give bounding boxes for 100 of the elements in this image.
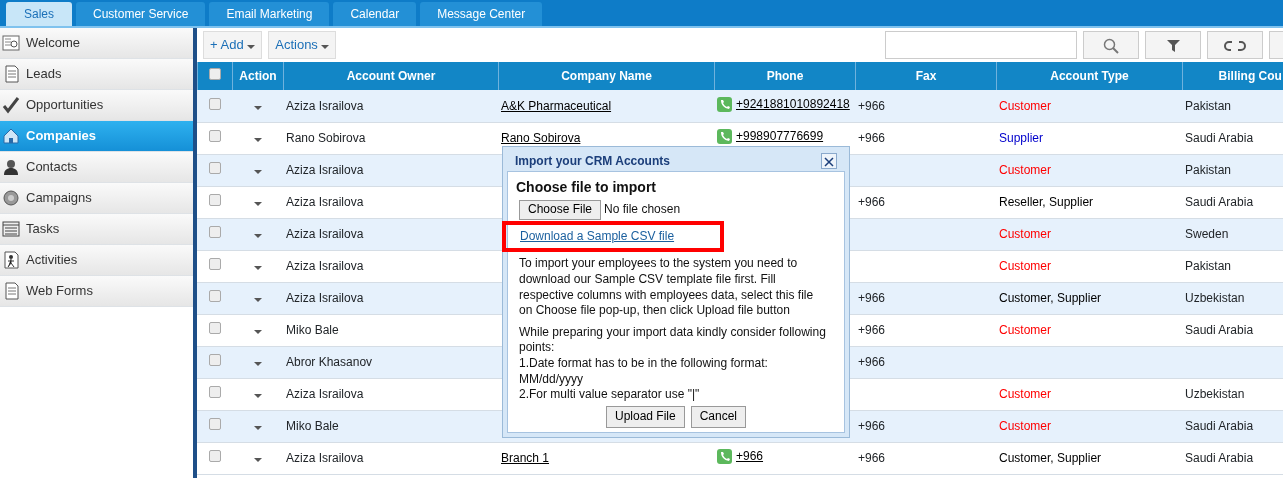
table-cell: Aziza Israilova bbox=[286, 195, 364, 209]
table-cell: Abror Khasanov bbox=[286, 355, 373, 369]
row-checkbox[interactable] bbox=[208, 162, 221, 174]
row-checkbox[interactable] bbox=[208, 130, 221, 142]
table-cell: Pakistan bbox=[1185, 98, 1232, 113]
table-cell: +966 bbox=[858, 291, 886, 305]
row-checkbox[interactable] bbox=[208, 258, 221, 270]
caret-icon[interactable] bbox=[253, 298, 262, 302]
sidebar-item[interactable]: Tasks bbox=[0, 214, 193, 245]
caret-icon[interactable] bbox=[253, 170, 262, 174]
row-checkbox[interactable] bbox=[208, 290, 221, 302]
row-checkbox[interactable] bbox=[208, 386, 221, 398]
account-type: Customer bbox=[999, 163, 1051, 177]
select-all-checkbox[interactable] bbox=[209, 68, 221, 80]
row-checkbox[interactable] bbox=[208, 450, 221, 462]
row-checkbox[interactable] bbox=[208, 194, 221, 206]
sidebar-item[interactable]: Web Forms bbox=[0, 276, 193, 307]
caret-icon[interactable] bbox=[253, 330, 262, 334]
figure-icon bbox=[2, 251, 20, 269]
phone-icon bbox=[717, 448, 732, 464]
table-cell: Saudi Arabia bbox=[1185, 195, 1254, 209]
table-cell: +966 bbox=[858, 195, 886, 209]
sidebar-item[interactable]: Welcome bbox=[0, 28, 193, 59]
sidebar-item[interactable]: Opportunities bbox=[0, 90, 193, 121]
table-cell: Aziza Israilova bbox=[286, 98, 364, 113]
phone-icon bbox=[717, 128, 732, 144]
account-type: Customer bbox=[999, 259, 1051, 273]
actions-button[interactable]: Actions bbox=[268, 31, 337, 59]
phone-link[interactable]: +966 bbox=[736, 447, 764, 466]
caret-icon[interactable] bbox=[253, 105, 262, 110]
table-cell: Aziza Israilova bbox=[286, 451, 364, 465]
column-header: Fax bbox=[915, 69, 937, 83]
company-link[interactable]: Rano Sobirova bbox=[501, 131, 581, 145]
search-button[interactable] bbox=[1083, 31, 1139, 59]
close-button[interactable] bbox=[821, 153, 837, 169]
table-cell: +966 bbox=[858, 419, 886, 433]
cancel-button[interactable]: Cancel bbox=[690, 406, 747, 428]
report-icon bbox=[2, 34, 20, 52]
sidebar-item[interactable]: Activities bbox=[0, 245, 193, 276]
caret-icon[interactable] bbox=[253, 266, 262, 270]
filter-icon bbox=[1166, 39, 1180, 52]
company-link[interactable]: Branch 1 bbox=[501, 451, 550, 465]
choose-file-button[interactable]: Choose File bbox=[519, 200, 602, 220]
close-icon bbox=[824, 156, 834, 167]
row-checkbox[interactable] bbox=[208, 226, 221, 238]
phone-icon bbox=[717, 96, 732, 112]
caret-icon[interactable] bbox=[253, 362, 262, 366]
table-cell: Aziza Israilova bbox=[286, 259, 364, 273]
caret-icon[interactable] bbox=[253, 458, 262, 462]
person-icon bbox=[2, 158, 20, 176]
document-icon bbox=[2, 282, 20, 300]
table-cell: Pakistan bbox=[1185, 163, 1232, 177]
caret-icon[interactable] bbox=[253, 202, 262, 206]
account-type: Customer bbox=[999, 98, 1051, 113]
search-field[interactable] bbox=[885, 31, 1077, 59]
badge-icon bbox=[2, 189, 20, 207]
caret-icon[interactable] bbox=[253, 234, 262, 238]
account-type: Customer, Supplier bbox=[999, 291, 1102, 305]
account-type: Customer bbox=[999, 387, 1051, 401]
row-checkbox[interactable] bbox=[208, 354, 221, 366]
table-cell: +966 bbox=[858, 355, 886, 369]
dialog-heading: Choose file to import bbox=[516, 178, 657, 197]
table-cell: Aziza Israilova bbox=[286, 387, 364, 401]
note-text: While preparing your import data kindly consider following points: bbox=[519, 324, 827, 356]
phone-link[interactable]: +998907776699 bbox=[736, 127, 824, 146]
row-checkbox[interactable] bbox=[208, 322, 221, 334]
refresh-icon bbox=[1224, 39, 1246, 52]
column-header: Company Name bbox=[561, 69, 652, 83]
row-checkbox[interactable] bbox=[208, 97, 221, 110]
table-cell: Aziza Israilova bbox=[286, 163, 364, 177]
upload-button[interactable]: Upload File bbox=[605, 406, 685, 428]
column-header: Billing Cou bbox=[1218, 69, 1282, 83]
account-type: Reseller, Supplier bbox=[999, 195, 1094, 209]
column-header: Phone bbox=[766, 69, 804, 83]
list-icon bbox=[2, 220, 20, 238]
table-cell: Uzbekistan bbox=[1185, 387, 1245, 401]
caret-icon[interactable] bbox=[253, 138, 262, 142]
table-cell: Uzbekistan bbox=[1185, 291, 1245, 305]
refresh-button[interactable] bbox=[1207, 31, 1263, 59]
account-type: Supplier bbox=[999, 131, 1044, 145]
table-cell: +966 bbox=[858, 131, 886, 145]
caret-icon[interactable] bbox=[253, 426, 262, 430]
table-cell: Rano Sobirova bbox=[286, 131, 366, 145]
account-type: Customer bbox=[999, 227, 1051, 241]
sidebar-item[interactable]: Contacts bbox=[0, 152, 193, 183]
sidebar-item[interactable]: Campaigns bbox=[0, 183, 193, 214]
add-button[interactable]: + Add bbox=[203, 31, 263, 59]
tab[interactable]: Sales bbox=[6, 2, 73, 26]
table-cell: Saudi Arabia bbox=[1185, 419, 1254, 433]
column-header: Action bbox=[239, 69, 277, 83]
sidebar-item[interactable]: Leads bbox=[0, 59, 193, 90]
table-cell: Saudi Arabia bbox=[1185, 131, 1254, 145]
table-cell: +966 bbox=[858, 451, 886, 465]
sample-csv-link[interactable]: Download a Sample CSV file bbox=[520, 228, 675, 243]
row-checkbox[interactable] bbox=[208, 418, 221, 430]
table-cell: Aziza Israilova bbox=[286, 291, 364, 305]
dialog-title: Import your CRM Accounts bbox=[514, 153, 671, 170]
filter-button[interactable] bbox=[1145, 31, 1201, 59]
caret-icon[interactable] bbox=[253, 394, 262, 398]
house-icon bbox=[2, 127, 20, 145]
